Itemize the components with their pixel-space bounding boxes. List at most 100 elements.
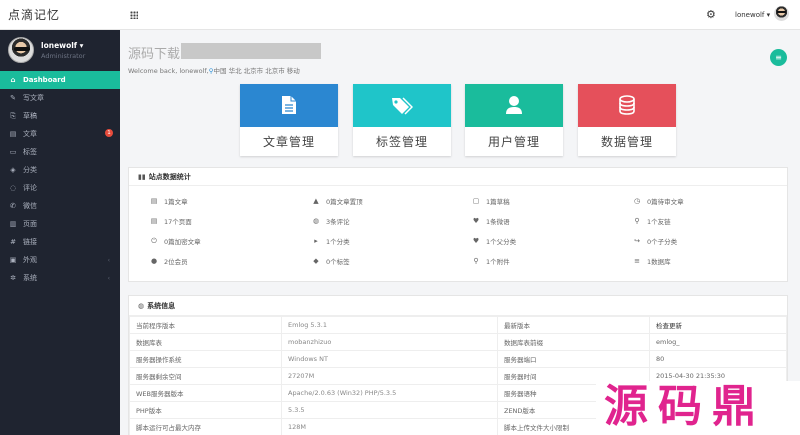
sidebar-item-label: 页面 bbox=[23, 220, 37, 228]
table-cell: PHP版本 bbox=[129, 401, 282, 419]
stat-item: ⚲ 1个友链 bbox=[632, 216, 671, 226]
sidebar-item-0[interactable]: ⌂ Dashboard bbox=[0, 71, 120, 89]
profile-role: Administrator bbox=[41, 51, 86, 60]
welcome-label: Welcome back, lonewolf, bbox=[128, 67, 209, 75]
bar-chart-icon: ▮▮ bbox=[138, 172, 146, 181]
page-title: 源码下载: bbox=[128, 47, 185, 62]
stats-title: 站点数据统计 bbox=[148, 172, 191, 181]
sidebar-item-2[interactable]: ⎘ 草稿 bbox=[0, 107, 120, 125]
profile-panel: lonewolf ▾ Administrator bbox=[0, 30, 120, 70]
table-cell: 脚本运行可占最大内存 bbox=[129, 418, 282, 435]
sidebar-item-label: 微信 bbox=[23, 202, 37, 210]
stat-text: 1篇草稿 bbox=[486, 198, 510, 206]
stat-item: ◷ 0篇待审文章 bbox=[632, 196, 684, 206]
sidebar-item-5[interactable]: ◈ 分类 bbox=[0, 161, 120, 179]
sidebar-item-label: 分类 bbox=[23, 166, 37, 174]
user-menu[interactable]: lonewolf ▾ bbox=[735, 11, 770, 19]
stat-text: 17个页面 bbox=[164, 218, 192, 226]
redacted-block bbox=[181, 43, 321, 59]
sidebar-item-10[interactable]: ▣ 外观 ‹ bbox=[0, 251, 120, 269]
stat-icon: ▲ bbox=[313, 197, 319, 205]
tile-label: 标签管理 bbox=[375, 135, 428, 149]
stat-item: ⏻ 0篇加密文章 bbox=[149, 236, 201, 247]
nav-icon: ✎ bbox=[10, 94, 16, 102]
nav-icon: ✆ bbox=[10, 202, 16, 210]
tag-icon bbox=[391, 95, 414, 117]
table-row: 当前程序版本 Emlog 5.3.1 最新版本 检查更新 bbox=[129, 316, 787, 334]
table-cell: mobanzhizuo bbox=[281, 333, 498, 351]
nav-icon: ⎘ bbox=[10, 111, 16, 120]
stat-icon: ▢ bbox=[472, 197, 480, 205]
stat-item: ♥ 1个父分类 bbox=[471, 236, 516, 246]
table-cell: 128M bbox=[281, 418, 498, 435]
stat-icon: ▤ bbox=[150, 217, 158, 225]
nav-icon: ✲ bbox=[10, 274, 16, 282]
table-cell: 服务器剩余空间 bbox=[129, 367, 282, 385]
stat-text: 1个附件 bbox=[486, 258, 510, 266]
stat-item: ↪ 0个子分类 bbox=[632, 236, 677, 246]
tile-label: 用户管理 bbox=[487, 135, 540, 149]
table-cell: WEB服务器版本 bbox=[129, 384, 282, 402]
table-row: 数据库表 mobanzhizuo 数据库表前缀 emlog_ bbox=[129, 333, 787, 351]
stat-icon: ⏻ bbox=[151, 236, 157, 245]
table-cell: 数据库表 bbox=[129, 333, 282, 351]
check-update-link[interactable]: 检查更新 bbox=[649, 316, 787, 334]
table-cell: 5.3.5 bbox=[281, 401, 498, 419]
avatar[interactable] bbox=[8, 37, 34, 63]
sidebar-item-8[interactable]: ▥ 页面 bbox=[0, 215, 120, 233]
stat-item: ● 2位会员 bbox=[149, 256, 188, 266]
table-cell: Apache/2.0.63 (Win32) PHP/5.3.5 bbox=[281, 384, 498, 402]
menu-toggle-button[interactable]: ≡ bbox=[770, 49, 787, 66]
sidebar-item-label: 草稿 bbox=[23, 112, 37, 120]
table-cell: emlog_ bbox=[649, 333, 787, 351]
sidebar-item-label: 写文章 bbox=[23, 94, 44, 102]
sidebar-item-7[interactable]: ✆ 微信 bbox=[0, 197, 120, 215]
tile-0[interactable]: 文章管理 bbox=[240, 84, 338, 156]
table-cell: 服务器操作系统 bbox=[129, 350, 282, 368]
nav-icon: ▥ bbox=[9, 220, 17, 228]
sidebar-item-label: 文章 bbox=[23, 130, 37, 138]
stat-icon: ▤ bbox=[150, 197, 158, 205]
nav-icon: ◌ bbox=[9, 184, 17, 192]
stat-item: ▤ 17个页面 bbox=[149, 216, 192, 226]
sidebar-item-4[interactable]: ▭ 标签 bbox=[0, 143, 120, 161]
sidebar-item-label: 外观 bbox=[23, 256, 37, 264]
tile-header bbox=[578, 84, 676, 127]
location-text: 中国 华北 北京市 北京市 移动 bbox=[213, 67, 300, 75]
tile-2[interactable]: 用户管理 bbox=[465, 84, 563, 156]
nav-icon: ◈ bbox=[10, 166, 16, 174]
stats-grid: ▤ 1篇文章 ▲ 0篇文章置顶 ▢ 1篇草稿 ◷ 0篇待审文章 ▤ 17个页面 ◍ 3条评论 ♥ 1条微语… bbox=[129, 186, 789, 282]
top-header: ⚙ lonewolf ▾ bbox=[120, 0, 800, 30]
stat-item: ◍ 3条评论 bbox=[311, 216, 350, 226]
tile-3[interactable]: 数据管理 bbox=[578, 84, 676, 156]
sidebar-item-3[interactable]: ▤ 文章 1 bbox=[0, 125, 120, 143]
sidebar-item-6[interactable]: ◌ 评论 bbox=[0, 179, 120, 197]
sidebar-item-9[interactable]: # 链接 bbox=[0, 233, 120, 251]
stat-text: 0个子分类 bbox=[647, 238, 678, 246]
stat-text: 3条评论 bbox=[326, 218, 350, 226]
stat-item: ♥ 1条微语 bbox=[471, 216, 510, 226]
stat-text: 1个友链 bbox=[647, 218, 671, 226]
stat-icon: ♥ bbox=[472, 217, 480, 225]
stat-icon: ▸ bbox=[314, 237, 318, 245]
tile-header bbox=[353, 84, 451, 127]
apps-grid-icon[interactable] bbox=[130, 11, 138, 19]
stat-text: 0篇加密文章 bbox=[164, 238, 201, 246]
nav-icon: # bbox=[10, 238, 16, 246]
profile-name[interactable]: lonewolf ▾ bbox=[41, 41, 85, 50]
sidebar-item-11[interactable]: ✲ 系统 ‹ bbox=[0, 269, 120, 287]
stat-item: ▸ 1个分类 bbox=[311, 236, 349, 246]
header-avatar[interactable] bbox=[774, 6, 789, 21]
stat-icon: ♥ bbox=[472, 237, 480, 245]
sidebar-item-1[interactable]: ✎ 写文章 bbox=[0, 89, 120, 107]
tile-1[interactable]: 标签管理 bbox=[353, 84, 451, 156]
brand-logo[interactable]: 点滴记忆 bbox=[0, 0, 120, 30]
stat-text: 0个标签 bbox=[326, 258, 350, 266]
nav-icon: ▤ bbox=[9, 130, 17, 138]
stat-text: 1条微语 bbox=[486, 218, 510, 226]
sidebar-item-label: 评论 bbox=[23, 184, 37, 192]
stat-icon: ● bbox=[150, 257, 158, 265]
gear-icon[interactable]: ⚙ bbox=[706, 8, 716, 21]
stat-item: ◆ 0个标签 bbox=[311, 256, 350, 266]
stat-icon: ↪ bbox=[634, 237, 640, 245]
